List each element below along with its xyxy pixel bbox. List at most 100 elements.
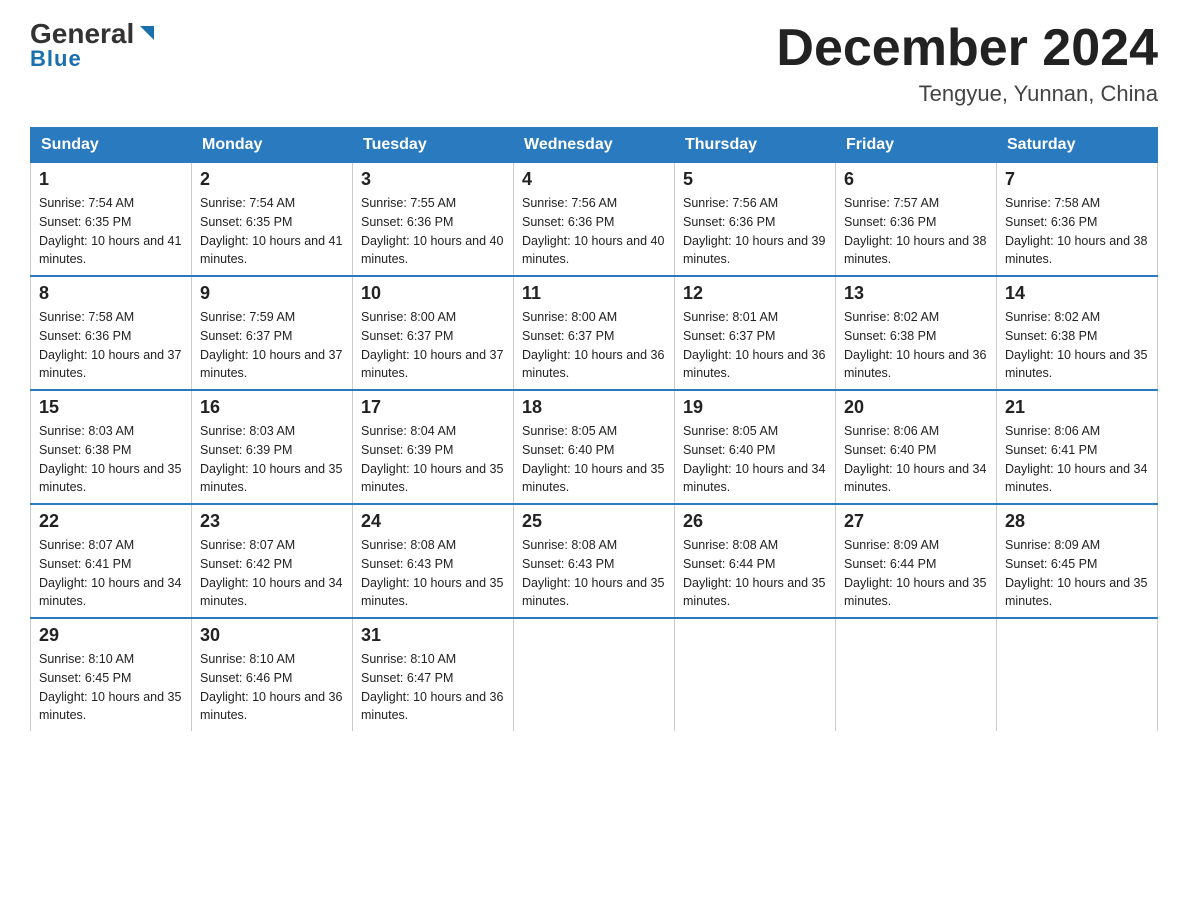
calendar-cell: 3 Sunrise: 7:55 AMSunset: 6:36 PMDayligh… <box>353 163 514 277</box>
day-number: 10 <box>361 283 505 304</box>
calendar-cell: 12 Sunrise: 8:01 AMSunset: 6:37 PMDaylig… <box>675 276 836 390</box>
day-info: Sunrise: 8:05 AMSunset: 6:40 PMDaylight:… <box>683 424 825 494</box>
logo-arrow-icon <box>136 22 158 44</box>
day-number: 15 <box>39 397 183 418</box>
day-number: 24 <box>361 511 505 532</box>
day-info: Sunrise: 8:00 AMSunset: 6:37 PMDaylight:… <box>522 310 664 380</box>
day-number: 11 <box>522 283 666 304</box>
day-number: 25 <box>522 511 666 532</box>
day-number: 3 <box>361 169 505 190</box>
location: Tengyue, Yunnan, China <box>776 81 1158 107</box>
calendar-cell: 20 Sunrise: 8:06 AMSunset: 6:40 PMDaylig… <box>836 390 997 504</box>
day-number: 9 <box>200 283 344 304</box>
calendar-cell: 26 Sunrise: 8:08 AMSunset: 6:44 PMDaylig… <box>675 504 836 618</box>
calendar-header-row: SundayMondayTuesdayWednesdayThursdayFrid… <box>31 128 1158 163</box>
day-number: 4 <box>522 169 666 190</box>
day-number: 8 <box>39 283 183 304</box>
day-number: 6 <box>844 169 988 190</box>
day-info: Sunrise: 8:02 AMSunset: 6:38 PMDaylight:… <box>844 310 986 380</box>
week-row-1: 1 Sunrise: 7:54 AMSunset: 6:35 PMDayligh… <box>31 163 1158 277</box>
day-number: 21 <box>1005 397 1149 418</box>
day-info: Sunrise: 8:09 AMSunset: 6:45 PMDaylight:… <box>1005 538 1147 608</box>
logo-blue: Blue <box>30 46 82 72</box>
logo: General Blue <box>30 20 158 72</box>
week-row-2: 8 Sunrise: 7:58 AMSunset: 6:36 PMDayligh… <box>31 276 1158 390</box>
calendar-cell: 14 Sunrise: 8:02 AMSunset: 6:38 PMDaylig… <box>997 276 1158 390</box>
day-number: 20 <box>844 397 988 418</box>
day-info: Sunrise: 8:08 AMSunset: 6:43 PMDaylight:… <box>522 538 664 608</box>
day-info: Sunrise: 8:06 AMSunset: 6:41 PMDaylight:… <box>1005 424 1147 494</box>
calendar-cell: 13 Sunrise: 8:02 AMSunset: 6:38 PMDaylig… <box>836 276 997 390</box>
day-info: Sunrise: 8:07 AMSunset: 6:41 PMDaylight:… <box>39 538 181 608</box>
day-number: 27 <box>844 511 988 532</box>
day-info: Sunrise: 8:05 AMSunset: 6:40 PMDaylight:… <box>522 424 664 494</box>
day-number: 5 <box>683 169 827 190</box>
calendar-cell: 15 Sunrise: 8:03 AMSunset: 6:38 PMDaylig… <box>31 390 192 504</box>
calendar-cell: 18 Sunrise: 8:05 AMSunset: 6:40 PMDaylig… <box>514 390 675 504</box>
col-header-sunday: Sunday <box>31 128 192 163</box>
day-info: Sunrise: 7:57 AMSunset: 6:36 PMDaylight:… <box>844 196 986 266</box>
day-number: 23 <box>200 511 344 532</box>
calendar-cell: 28 Sunrise: 8:09 AMSunset: 6:45 PMDaylig… <box>997 504 1158 618</box>
calendar-cell: 22 Sunrise: 8:07 AMSunset: 6:41 PMDaylig… <box>31 504 192 618</box>
calendar-cell: 23 Sunrise: 8:07 AMSunset: 6:42 PMDaylig… <box>192 504 353 618</box>
day-number: 13 <box>844 283 988 304</box>
day-number: 26 <box>683 511 827 532</box>
day-number: 28 <box>1005 511 1149 532</box>
col-header-wednesday: Wednesday <box>514 128 675 163</box>
calendar-cell: 29 Sunrise: 8:10 AMSunset: 6:45 PMDaylig… <box>31 618 192 731</box>
day-info: Sunrise: 8:00 AMSunset: 6:37 PMDaylight:… <box>361 310 503 380</box>
calendar-cell <box>514 618 675 731</box>
title-block: December 2024 Tengyue, Yunnan, China <box>776 20 1158 107</box>
day-info: Sunrise: 7:58 AMSunset: 6:36 PMDaylight:… <box>39 310 181 380</box>
col-header-saturday: Saturday <box>997 128 1158 163</box>
day-number: 19 <box>683 397 827 418</box>
day-info: Sunrise: 8:10 AMSunset: 6:46 PMDaylight:… <box>200 652 342 722</box>
day-info: Sunrise: 8:06 AMSunset: 6:40 PMDaylight:… <box>844 424 986 494</box>
day-number: 31 <box>361 625 505 646</box>
day-info: Sunrise: 7:59 AMSunset: 6:37 PMDaylight:… <box>200 310 342 380</box>
calendar-table: SundayMondayTuesdayWednesdayThursdayFrid… <box>30 127 1158 731</box>
day-info: Sunrise: 8:02 AMSunset: 6:38 PMDaylight:… <box>1005 310 1147 380</box>
day-number: 30 <box>200 625 344 646</box>
day-number: 2 <box>200 169 344 190</box>
day-info: Sunrise: 8:07 AMSunset: 6:42 PMDaylight:… <box>200 538 342 608</box>
day-info: Sunrise: 8:01 AMSunset: 6:37 PMDaylight:… <box>683 310 825 380</box>
day-number: 16 <box>200 397 344 418</box>
calendar-cell: 1 Sunrise: 7:54 AMSunset: 6:35 PMDayligh… <box>31 163 192 277</box>
day-number: 12 <box>683 283 827 304</box>
day-number: 29 <box>39 625 183 646</box>
day-info: Sunrise: 8:10 AMSunset: 6:45 PMDaylight:… <box>39 652 181 722</box>
calendar-cell: 9 Sunrise: 7:59 AMSunset: 6:37 PMDayligh… <box>192 276 353 390</box>
col-header-friday: Friday <box>836 128 997 163</box>
day-info: Sunrise: 7:56 AMSunset: 6:36 PMDaylight:… <box>683 196 825 266</box>
calendar-cell: 4 Sunrise: 7:56 AMSunset: 6:36 PMDayligh… <box>514 163 675 277</box>
day-number: 22 <box>39 511 183 532</box>
calendar-cell: 8 Sunrise: 7:58 AMSunset: 6:36 PMDayligh… <box>31 276 192 390</box>
day-info: Sunrise: 8:03 AMSunset: 6:39 PMDaylight:… <box>200 424 342 494</box>
day-number: 1 <box>39 169 183 190</box>
day-info: Sunrise: 7:56 AMSunset: 6:36 PMDaylight:… <box>522 196 664 266</box>
day-info: Sunrise: 8:08 AMSunset: 6:43 PMDaylight:… <box>361 538 503 608</box>
calendar-cell: 27 Sunrise: 8:09 AMSunset: 6:44 PMDaylig… <box>836 504 997 618</box>
day-info: Sunrise: 7:54 AMSunset: 6:35 PMDaylight:… <box>200 196 342 266</box>
day-number: 17 <box>361 397 505 418</box>
day-info: Sunrise: 8:08 AMSunset: 6:44 PMDaylight:… <box>683 538 825 608</box>
day-info: Sunrise: 8:09 AMSunset: 6:44 PMDaylight:… <box>844 538 986 608</box>
calendar-cell: 30 Sunrise: 8:10 AMSunset: 6:46 PMDaylig… <box>192 618 353 731</box>
day-info: Sunrise: 7:58 AMSunset: 6:36 PMDaylight:… <box>1005 196 1147 266</box>
day-number: 7 <box>1005 169 1149 190</box>
day-info: Sunrise: 8:03 AMSunset: 6:38 PMDaylight:… <box>39 424 181 494</box>
page-header: General Blue December 2024 Tengyue, Yunn… <box>30 20 1158 107</box>
calendar-cell: 10 Sunrise: 8:00 AMSunset: 6:37 PMDaylig… <box>353 276 514 390</box>
calendar-cell: 16 Sunrise: 8:03 AMSunset: 6:39 PMDaylig… <box>192 390 353 504</box>
calendar-cell: 11 Sunrise: 8:00 AMSunset: 6:37 PMDaylig… <box>514 276 675 390</box>
day-info: Sunrise: 8:10 AMSunset: 6:47 PMDaylight:… <box>361 652 503 722</box>
day-number: 18 <box>522 397 666 418</box>
calendar-cell: 24 Sunrise: 8:08 AMSunset: 6:43 PMDaylig… <box>353 504 514 618</box>
calendar-cell <box>997 618 1158 731</box>
day-info: Sunrise: 7:54 AMSunset: 6:35 PMDaylight:… <box>39 196 181 266</box>
calendar-cell <box>836 618 997 731</box>
day-number: 14 <box>1005 283 1149 304</box>
week-row-5: 29 Sunrise: 8:10 AMSunset: 6:45 PMDaylig… <box>31 618 1158 731</box>
